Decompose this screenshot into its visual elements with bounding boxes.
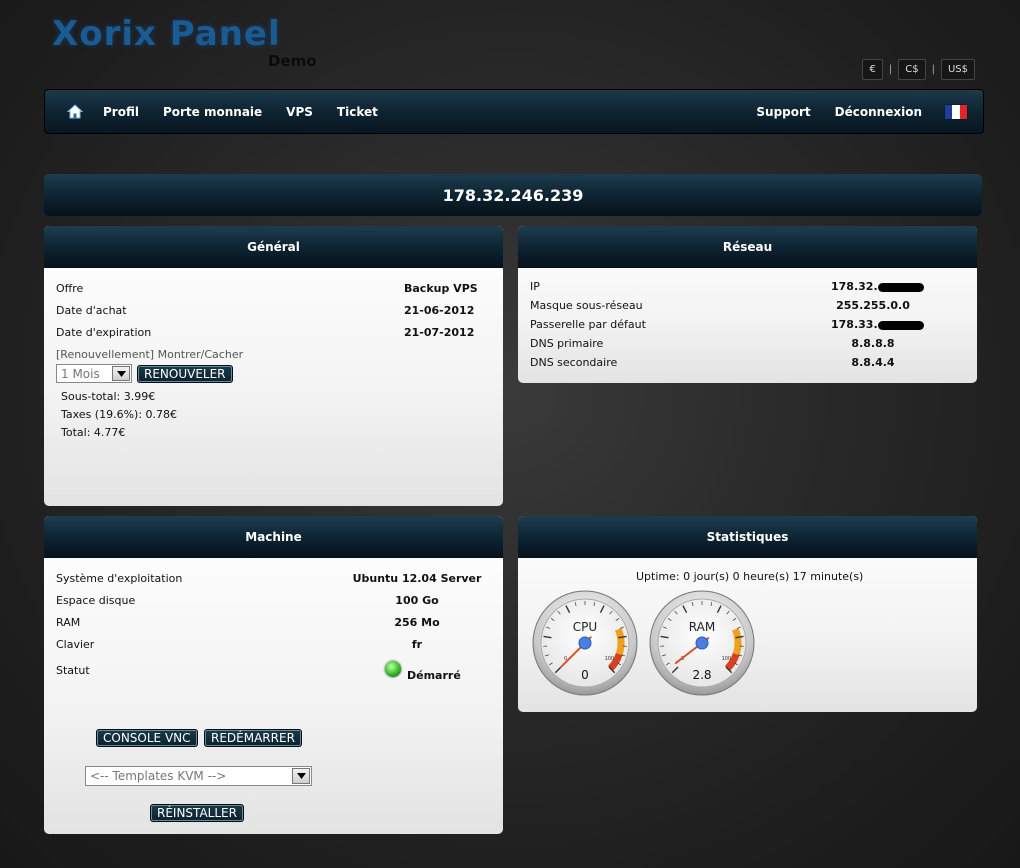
redaction-mark — [877, 282, 924, 292]
machine-value-disk: 100 Go — [395, 594, 439, 607]
currency-usd-button[interactable]: US$ — [940, 59, 975, 80]
general-label-date-achat: Date d'achat — [56, 304, 127, 317]
stats-uptime: Uptime: 0 jour(s) 0 heure(s) 17 minute(s… — [636, 570, 864, 583]
server-ip-text: 178.32.246.239 — [442, 185, 584, 205]
reseau-label-masque: Masque sous-réseau — [530, 299, 643, 312]
reseau-value-passerelle: 178.33. — [831, 318, 924, 331]
nav-item-porte-monnaie[interactable]: Porte monnaie — [163, 105, 262, 119]
stats-panel: Statistiques Uptime: 0 jour(s) 0 heure(s… — [518, 516, 977, 712]
currency-separator: | — [931, 64, 935, 75]
general-value-date-achat: 21-06-2012 — [404, 304, 475, 317]
general-value-date-expiration: 21-07-2012 — [404, 326, 475, 339]
general-subtotal: Sous-total: 3.99€ — [61, 390, 156, 403]
machine-label-disk: Espace disque — [56, 594, 136, 607]
main-navbar: Profil Porte monnaie VPS Ticket Support … — [44, 89, 984, 134]
status-led-icon — [385, 661, 401, 677]
reseau-value-dns-primaire: 8.8.8.8 — [851, 337, 895, 350]
cpu-gauge: 0 100 CPU 0 — [532, 590, 638, 696]
reseau-panel: Réseau IP 178.32. Masque sous-réseau 255… — [518, 226, 977, 383]
machine-panel: Machine Système d'exploitation Ubuntu 12… — [44, 516, 503, 834]
general-total: Total: 4.77€ — [61, 426, 126, 439]
cpu-gauge-max-label: 100 — [605, 656, 615, 662]
template-select-value: <-- Templates KVM --> — [90, 769, 227, 783]
nav-item-deconnexion[interactable]: Déconnexion — [835, 105, 922, 119]
server-ip-title: 178.32.246.239 — [44, 174, 982, 216]
machine-label-os: Système d'exploitation — [56, 572, 183, 585]
general-label-offre: Offre — [56, 282, 84, 295]
reseau-label-passerelle: Passerelle par défaut — [530, 318, 646, 331]
ram-gauge-value: 2.8 — [692, 668, 712, 682]
cpu-gauge-name: CPU — [572, 620, 598, 634]
machine-panel-title: Machine — [44, 516, 503, 558]
nav-item-profil[interactable]: Profil — [103, 105, 139, 119]
stats-panel-title: Statistiques — [518, 516, 977, 558]
reseau-label-ip: IP — [530, 280, 540, 293]
currency-selector: € | C$ | US$ — [862, 59, 975, 80]
machine-label-statut: Statut — [56, 664, 90, 677]
general-panel: Général Offre Backup VPS Date d'achat 21… — [44, 226, 503, 506]
machine-value-ram: 256 Mo — [394, 616, 440, 629]
reseau-value-masque: 255.255.0.0 — [836, 299, 910, 312]
renew-button[interactable]: RENOUVELER — [137, 365, 233, 383]
machine-value-os: Ubuntu 12.04 Server — [352, 572, 482, 585]
currency-cad-button[interactable]: C$ — [898, 59, 926, 80]
machine-label-clavier: Clavier — [56, 638, 95, 651]
machine-value-clavier: fr — [411, 638, 423, 651]
renew-toggle-link[interactable]: [Renouvellement] Montrer/Cacher — [56, 348, 243, 361]
general-label-date-expiration: Date d'expiration — [56, 326, 152, 339]
nav-item-support[interactable]: Support — [756, 105, 810, 119]
redaction-mark — [877, 320, 924, 330]
renew-duration-value: 1 Mois — [61, 366, 100, 381]
general-panel-title: Général — [44, 226, 503, 268]
console-vnc-button[interactable]: CONSOLE VNC — [96, 729, 198, 747]
ram-gauge-max-label: 100 — [722, 656, 732, 662]
home-icon[interactable] — [65, 102, 85, 122]
reseau-value-ip-text: 178.32. — [831, 280, 878, 293]
reseau-value-dns-secondaire: 8.8.4.4 — [851, 356, 895, 369]
brand-logo: Xorix Panel — [52, 14, 281, 54]
currency-separator: | — [888, 64, 893, 75]
reseau-panel-title: Réseau — [518, 226, 977, 268]
reseau-label-dns-primaire: DNS primaire — [530, 337, 604, 350]
machine-label-ram: RAM — [56, 616, 81, 629]
reseau-label-dns-secondaire: DNS secondaire — [530, 356, 618, 369]
reinstall-button[interactable]: RÉINSTALLER — [150, 804, 244, 822]
template-select[interactable]: <-- Templates KVM --> — [85, 766, 312, 786]
nav-item-ticket[interactable]: Ticket — [337, 105, 378, 119]
french-flag-icon[interactable] — [945, 104, 967, 119]
currency-eur-button[interactable]: € — [862, 59, 883, 80]
restart-button[interactable]: REDÉMARRER — [204, 729, 302, 747]
ram-gauge-name: RAM — [688, 620, 716, 634]
brand-subtitle: Demo — [268, 52, 317, 70]
nav-item-vps[interactable]: VPS — [286, 105, 313, 119]
reseau-value-passerelle-text: 178.33. — [831, 318, 878, 331]
ram-gauge: 0 100 RAM 2.8 — [649, 590, 755, 696]
renew-duration-select[interactable]: 1 Mois — [56, 364, 132, 383]
chevron-down-icon — [112, 366, 130, 381]
general-value-offre: Backup VPS — [404, 282, 478, 295]
chevron-down-icon — [292, 768, 310, 784]
general-taxes: Taxes (19.6%): 0.78€ — [61, 408, 178, 421]
cpu-gauge-value: 0 — [581, 668, 589, 682]
machine-value-statut: Démarré — [407, 669, 461, 682]
reseau-value-ip: 178.32. — [831, 280, 924, 293]
